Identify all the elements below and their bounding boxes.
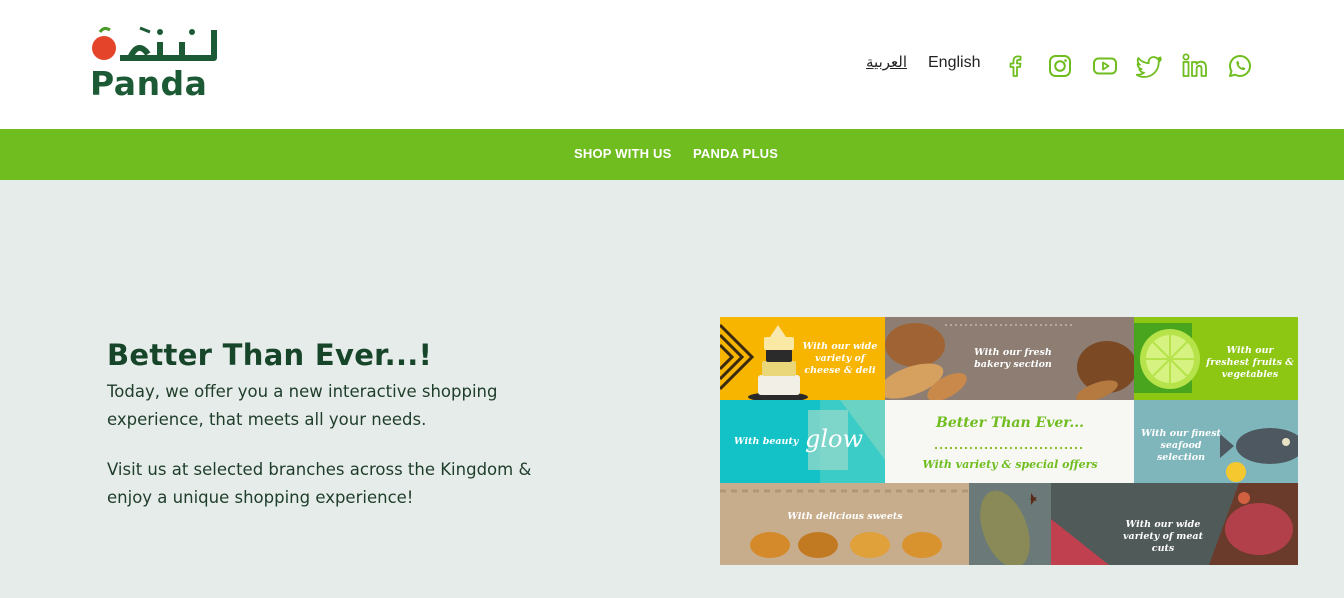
fruits-caption: With our freshest fruits & vegetables: [1206, 345, 1294, 380]
language-english-link[interactable]: English: [928, 54, 980, 72]
hero-paragraph-2: Visit us at selected branches across the…: [107, 460, 532, 507]
glow-script: glow: [804, 425, 864, 453]
main-nav: SHOP WITH US PANDA PLUS: [0, 129, 1344, 180]
collage-tile-fruits: With our freshest fruits & vegetables: [1134, 317, 1298, 400]
sweets-illustration: [720, 489, 969, 558]
cheese-caption: With our wide variety of cheese & deli: [802, 341, 878, 376]
nav-shop-with-us[interactable]: SHOP WITH US: [574, 146, 672, 161]
youtube-icon[interactable]: [1091, 52, 1119, 80]
panda-logo-text: Panda: [90, 64, 208, 103]
nav-panda-plus[interactable]: PANDA PLUS: [693, 146, 778, 161]
bakery-caption: With our fresh bakery section: [974, 347, 1052, 370]
linkedin-icon[interactable]: [1181, 52, 1209, 80]
hero-paragraph-1: Today, we offer you a new interactive sh…: [107, 382, 498, 429]
panda-arabic-logo: [92, 26, 217, 61]
collage-tile-beauty: With beauty glow: [720, 400, 885, 483]
collage-tile-meat: With our wide variety of meat cuts: [969, 483, 1298, 565]
instagram-icon[interactable]: [1046, 52, 1074, 80]
sweets-caption: With delicious sweets: [787, 511, 903, 522]
center-subtitle: With variety & special offers: [922, 458, 1098, 471]
panda-logo[interactable]: Panda: [90, 22, 220, 108]
site-header: Panda العربية English: [0, 0, 1344, 129]
collage-tile-center: Better Than Ever... With variety & speci…: [885, 400, 1134, 483]
collage-tile-bakery: With our fresh bakery section: [885, 317, 1134, 400]
center-title: Better Than Ever...: [936, 415, 1084, 431]
facebook-icon[interactable]: [1001, 52, 1029, 80]
hero-title: Better Than Ever...!: [107, 338, 433, 372]
collage-tile-seafood: With our finest seafood selection: [1134, 400, 1298, 483]
seafood-caption: With our finest seafood selection: [1141, 428, 1221, 463]
meat-caption: With our wide variety of meat cuts: [1123, 519, 1203, 554]
promo-collage: With our wide variety of cheese & deli W…: [720, 317, 1298, 565]
language-arabic-link[interactable]: العربية: [866, 53, 907, 71]
whatsapp-icon[interactable]: [1226, 52, 1254, 80]
twitter-icon[interactable]: [1136, 52, 1164, 80]
beauty-caption: With beauty: [734, 436, 799, 447]
collage-tile-cheese: With our wide variety of cheese & deli: [720, 317, 885, 400]
collage-tile-sweets: With delicious sweets: [720, 483, 969, 565]
